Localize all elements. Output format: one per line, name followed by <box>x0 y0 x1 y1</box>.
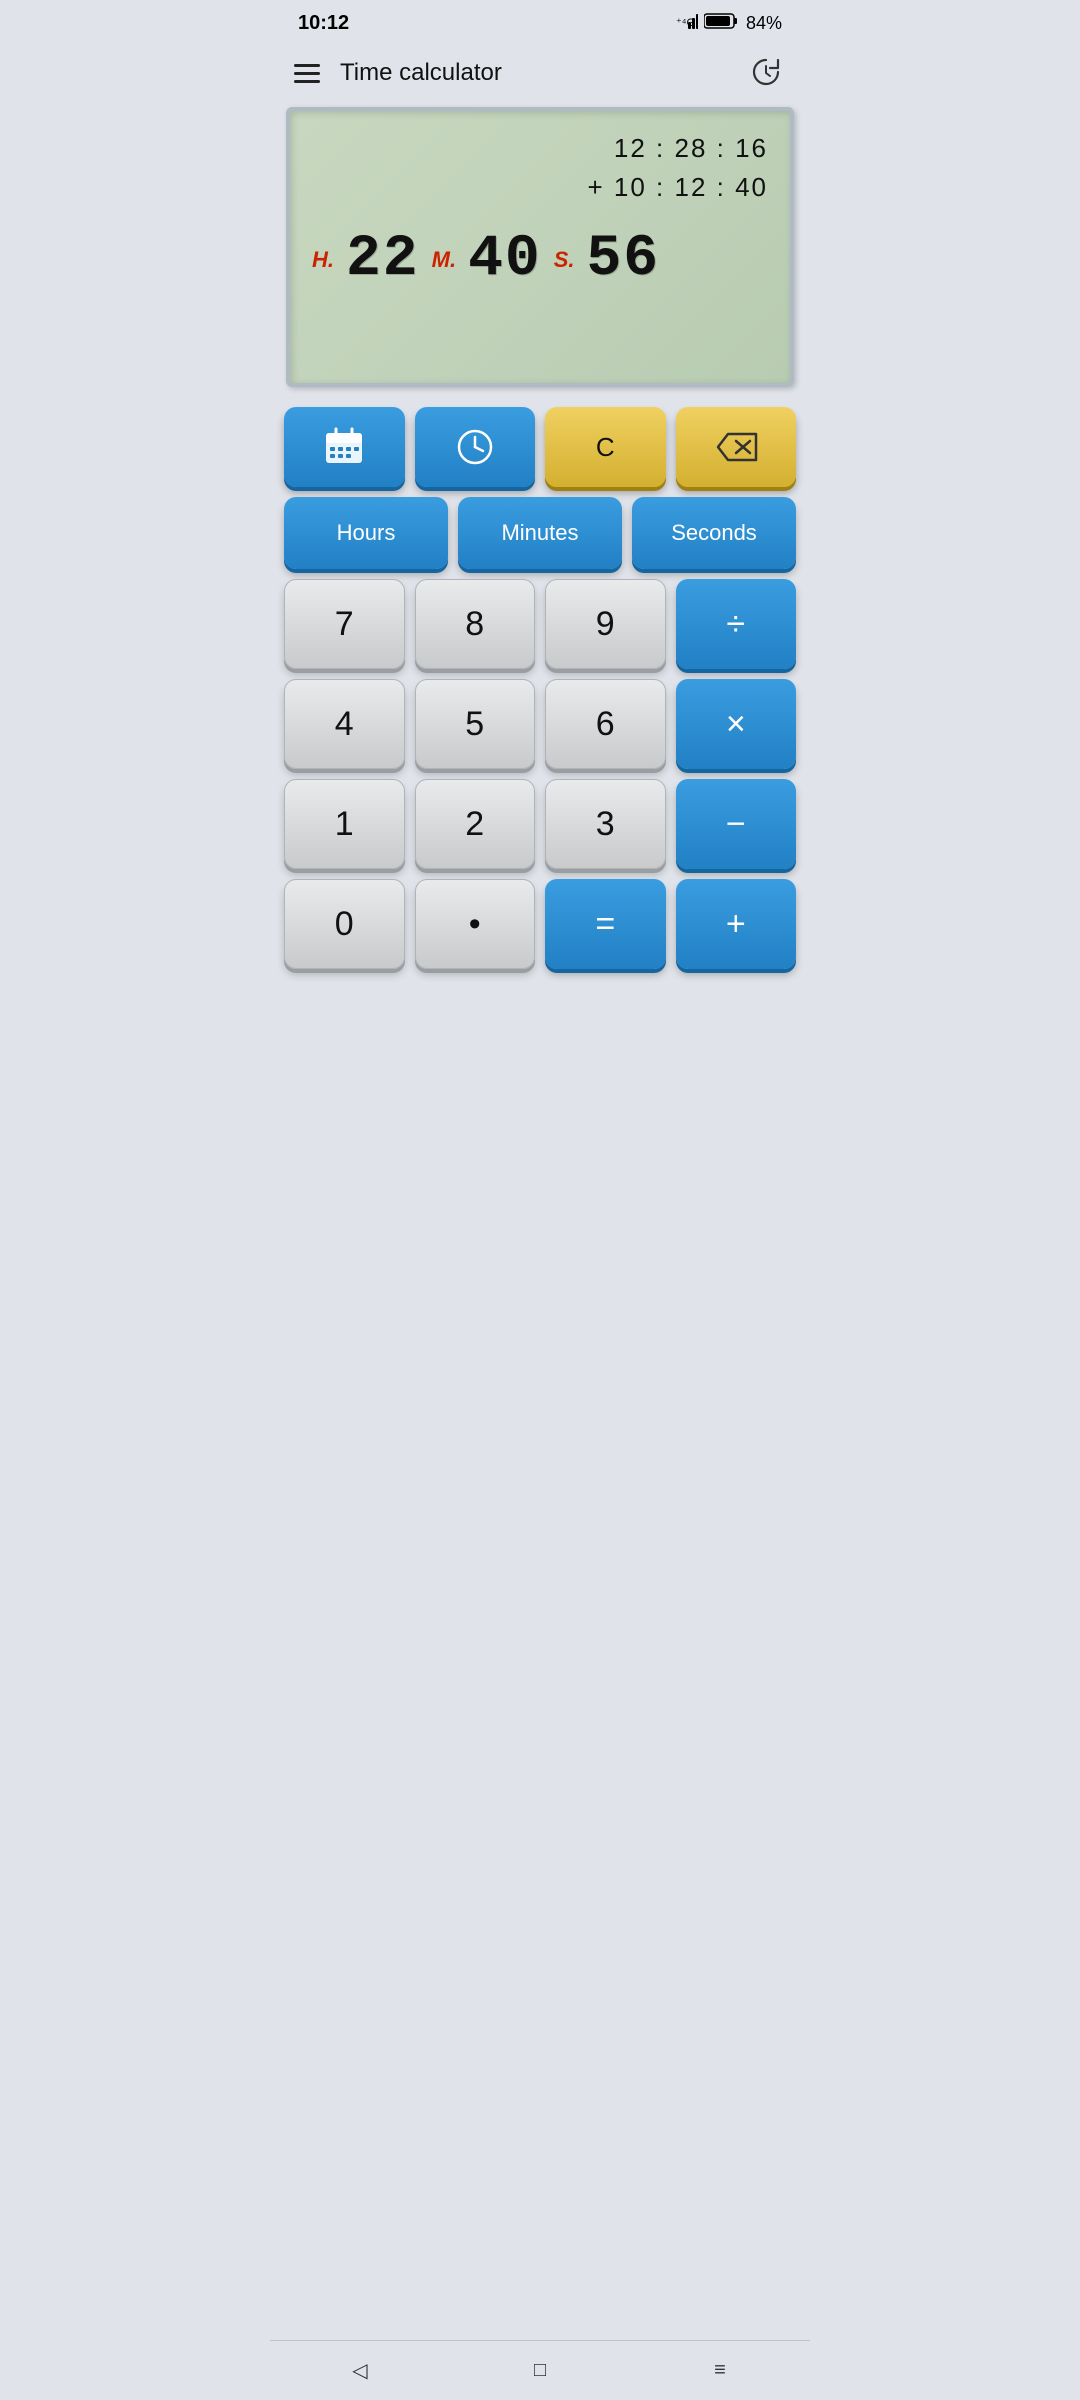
backspace-button[interactable] <box>676 407 797 487</box>
seconds-button-label: Seconds <box>671 520 757 546</box>
status-time: 10:12 <box>298 12 349 35</box>
6-button[interactable]: 6 <box>545 679 666 769</box>
calendar-icon <box>322 425 366 469</box>
history-icon <box>749 56 783 90</box>
display-line2: + 10 : 12 : 40 <box>312 168 768 207</box>
equals-label: = <box>595 905 615 944</box>
hours-button[interactable]: Hours <box>284 497 448 569</box>
status-bar: 10:12 ⁺⁴G 84% <box>270 0 810 43</box>
home-button[interactable]: □ <box>510 2351 570 2391</box>
display-line1: 12 : 28 : 16 <box>312 129 768 168</box>
8-button[interactable]: 8 <box>415 579 536 669</box>
minutes-button-label: Minutes <box>501 520 578 546</box>
3-label: 3 <box>596 805 615 844</box>
subtract-label: − <box>726 805 746 844</box>
4-label: 4 <box>335 705 354 744</box>
seconds-value: 56 <box>587 227 661 292</box>
1-button[interactable]: 1 <box>284 779 405 869</box>
clear-button[interactable]: C <box>545 407 666 487</box>
keypad-area: C Hours Minutes Seconds 7 8 9 ÷ 4 5 6 × 1 2 3 − 0 • = + <box>270 407 810 983</box>
backspace-icon <box>714 430 758 464</box>
menu-button[interactable] <box>294 64 320 83</box>
1-label: 1 <box>335 805 354 844</box>
7-label: 7 <box>335 605 354 644</box>
recents-button[interactable]: ≡ <box>690 2351 750 2391</box>
7-button[interactable]: 7 <box>284 579 405 669</box>
8-label: 8 <box>465 605 484 644</box>
2-button[interactable]: 2 <box>415 779 536 869</box>
seconds-button[interactable]: Seconds <box>632 497 796 569</box>
top-buttons-row: C <box>284 407 796 487</box>
clock-icon <box>453 425 497 469</box>
calculator-display: 12 : 28 : 16 + 10 : 12 : 40 H. 22 M. 40 … <box>286 107 794 387</box>
battery-icon <box>704 12 740 35</box>
recents-icon: ≡ <box>714 2359 726 2382</box>
back-button[interactable]: ◁ <box>330 2351 390 2391</box>
display-result: H. 22 M. 40 S. 56 <box>312 227 768 292</box>
clear-label: C <box>596 432 615 463</box>
unit-buttons-row: Hours Minutes Seconds <box>284 497 796 569</box>
multiply-label: × <box>726 705 746 744</box>
header-left: Time calculator <box>294 59 502 87</box>
0-label: 0 <box>335 905 354 944</box>
multiply-button[interactable]: × <box>676 679 797 769</box>
bottom-nav: ◁ □ ≡ <box>270 2340 810 2400</box>
hours-value: 22 <box>346 227 420 292</box>
equals-button[interactable]: = <box>545 879 666 969</box>
hours-button-label: Hours <box>337 520 396 546</box>
divide-button[interactable]: ÷ <box>676 579 797 669</box>
battery-pct: 84% <box>746 13 782 34</box>
minutes-value: 40 <box>468 227 542 292</box>
home-icon: □ <box>534 2359 546 2382</box>
header: Time calculator <box>270 43 810 107</box>
3-button[interactable]: 3 <box>545 779 666 869</box>
history-button[interactable] <box>746 53 786 93</box>
back-icon: ◁ <box>352 2358 367 2383</box>
calendar-button[interactable] <box>284 407 405 487</box>
subtract-button[interactable]: − <box>676 779 797 869</box>
hours-label: H. <box>312 247 334 273</box>
minutes-label: M. <box>432 247 456 273</box>
4-button[interactable]: 4 <box>284 679 405 769</box>
display-expression: 12 : 28 : 16 + 10 : 12 : 40 <box>312 129 768 207</box>
0-button[interactable]: 0 <box>284 879 405 969</box>
add-button[interactable]: + <box>676 879 797 969</box>
9-button[interactable]: 9 <box>545 579 666 669</box>
add-label: + <box>726 905 746 944</box>
dot-label: • <box>469 905 481 944</box>
seconds-label: S. <box>554 247 575 273</box>
status-right: ⁺⁴G 84% <box>676 12 782 35</box>
divide-label: ÷ <box>726 605 745 644</box>
5-button[interactable]: 5 <box>415 679 536 769</box>
minutes-button[interactable]: Minutes <box>458 497 622 569</box>
page-title: Time calculator <box>340 59 502 87</box>
clock-button[interactable] <box>415 407 536 487</box>
2-label: 2 <box>465 805 484 844</box>
numpad-grid: 7 8 9 ÷ 4 5 6 × 1 2 3 − 0 • = + <box>284 579 796 969</box>
dot-button[interactable]: • <box>415 879 536 969</box>
5-label: 5 <box>465 705 484 744</box>
9-label: 9 <box>596 605 615 644</box>
signal-icon: ⁺⁴G <box>676 12 698 35</box>
6-label: 6 <box>596 705 615 744</box>
